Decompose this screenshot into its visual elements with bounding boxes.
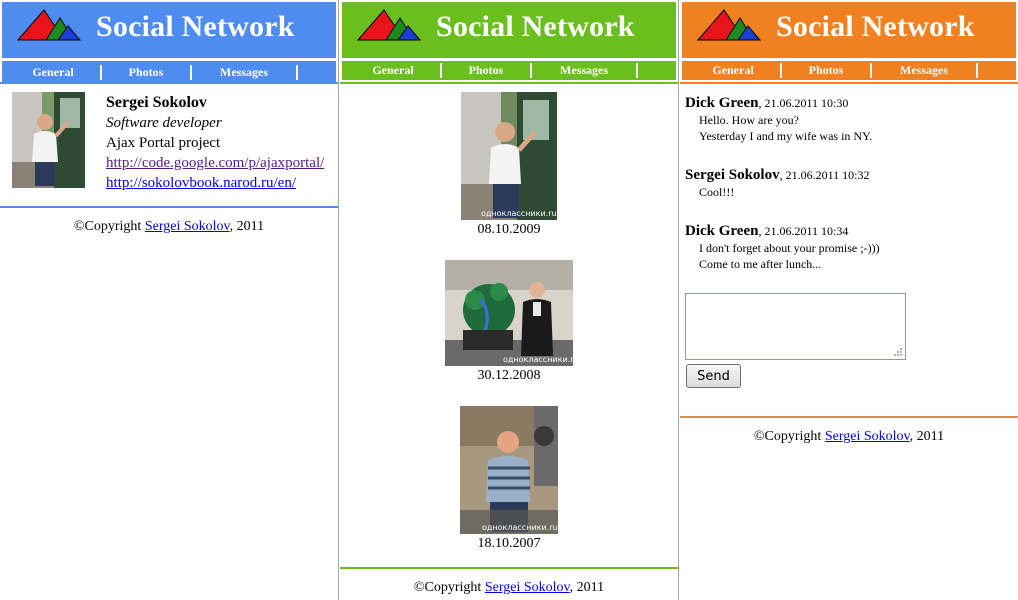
section-divider bbox=[0, 206, 338, 208]
app-title: Social Network bbox=[96, 10, 295, 43]
copyright-suffix: , 2011 bbox=[229, 219, 265, 234]
message-author: Sergei Sokolov bbox=[685, 167, 780, 183]
copyright-suffix: , 2011 bbox=[569, 580, 605, 595]
header-bar: Social Network bbox=[2, 2, 336, 58]
message-item: Dick Green, 21.06.2011 10:30 Hello. How … bbox=[685, 95, 872, 144]
photo-date: 18.10.2007 bbox=[477, 536, 541, 551]
photo-image[interactable]: одноклассники.ru bbox=[445, 260, 573, 366]
copyright-author-link[interactable]: Sergei Sokolov bbox=[825, 429, 910, 444]
photo-item: одноклассники.ru 18.10.2007 bbox=[458, 406, 560, 552]
profile-link-sokolovbook[interactable]: http://sokolovbook.narod.ru/en/ bbox=[106, 175, 296, 192]
panel-general: Social Network General Photos Messages S… bbox=[0, 0, 338, 600]
message-date: , 21.06.2011 10:32 bbox=[779, 168, 870, 182]
panel-separator bbox=[338, 0, 339, 600]
section-divider bbox=[340, 567, 678, 569]
copyright-prefix: ©Copyright bbox=[413, 580, 485, 595]
message-author: Dick Green bbox=[685, 95, 759, 111]
copyright-prefix: ©Copyright bbox=[73, 219, 145, 234]
panel-photos: Social Network General Photos Messages о… bbox=[340, 0, 678, 600]
tab-photos[interactable]: Photos bbox=[782, 63, 872, 78]
message-author: Dick Green bbox=[685, 223, 759, 239]
copyright-suffix: , 2011 bbox=[909, 429, 945, 444]
mountains-logo-icon bbox=[356, 9, 422, 41]
message-text: Hello. How are you? bbox=[699, 113, 799, 127]
profile-link-ajaxportal[interactable]: http://code.google.com/p/ajaxportal/ bbox=[106, 155, 324, 172]
resize-grip-icon[interactable] bbox=[893, 347, 903, 357]
watermark: одноклассники.ru bbox=[482, 523, 558, 532]
nav-underline bbox=[680, 82, 1018, 84]
tab-photos[interactable]: Photos bbox=[442, 63, 532, 78]
message-text: Come to me after lunch... bbox=[699, 257, 822, 271]
message-item: Sergei Sokolov, 21.06.2011 10:32 Cool!!! bbox=[685, 167, 869, 200]
mountains-logo-icon bbox=[696, 9, 762, 41]
nav-bar: General Photos Messages bbox=[2, 61, 336, 82]
profile-project: Ajax Portal project bbox=[106, 135, 221, 151]
copyright-author-link[interactable]: Sergei Sokolov bbox=[485, 580, 570, 595]
message-item: Dick Green, 21.06.2011 10:34 I don't for… bbox=[685, 223, 880, 272]
message-text: Yesterday I and my wife was in NY. bbox=[699, 129, 873, 143]
copyright-author-link[interactable]: Sergei Sokolov bbox=[145, 219, 230, 234]
profile-name: Sergei Sokolov bbox=[106, 94, 207, 111]
nav-underline bbox=[0, 82, 338, 84]
message-textarea[interactable] bbox=[685, 293, 906, 360]
message-text: I don't forget about your promise ;-))) bbox=[699, 241, 880, 255]
tab-messages[interactable]: Messages bbox=[872, 63, 978, 78]
app-title: Social Network bbox=[436, 10, 635, 43]
tab-messages[interactable]: Messages bbox=[192, 65, 298, 80]
profile-job: Software developer bbox=[106, 115, 222, 131]
copyright-prefix: ©Copyright bbox=[753, 429, 825, 444]
photo-item: одноклассники.ru 08.10.2009 bbox=[460, 92, 558, 238]
header-bar: Social Network bbox=[342, 2, 676, 58]
watermark: одноклассники.ru bbox=[481, 209, 557, 218]
nav-bar: General Photos Messages bbox=[682, 61, 1016, 80]
photo-image[interactable]: одноклассники.ru bbox=[461, 92, 557, 220]
panel-separator bbox=[678, 0, 679, 600]
send-button[interactable]: Send bbox=[686, 364, 741, 388]
message-date: , 21.06.2011 10:30 bbox=[758, 96, 849, 110]
nav-underline bbox=[340, 82, 678, 84]
tab-general[interactable]: General bbox=[686, 63, 782, 78]
tab-photos[interactable]: Photos bbox=[102, 65, 192, 80]
footer-copyright: ©Copyright Sergei Sokolov, 2011 bbox=[340, 580, 678, 596]
photo-image[interactable]: одноклассники.ru bbox=[460, 406, 558, 534]
photo-date: 08.10.2009 bbox=[477, 222, 541, 237]
photo-date: 30.12.2008 bbox=[477, 368, 541, 383]
tab-general[interactable]: General bbox=[346, 63, 442, 78]
nav-bar: General Photos Messages bbox=[342, 61, 676, 80]
header-bar: Social Network bbox=[682, 2, 1016, 58]
section-divider bbox=[680, 416, 1018, 418]
message-date: , 21.06.2011 10:34 bbox=[758, 224, 849, 238]
photo-item: одноклассники.ru 30.12.2008 bbox=[444, 260, 574, 384]
message-text: Cool!!! bbox=[699, 185, 735, 199]
nav-filler bbox=[978, 63, 1016, 78]
tab-general[interactable]: General bbox=[6, 65, 102, 80]
app-title: Social Network bbox=[776, 10, 975, 43]
mountains-logo-icon bbox=[16, 9, 82, 41]
footer-copyright: ©Copyright Sergei Sokolov, 2011 bbox=[680, 429, 1018, 445]
footer-copyright: ©Copyright Sergei Sokolov, 2011 bbox=[0, 219, 338, 235]
nav-filler bbox=[298, 65, 336, 80]
nav-filler bbox=[638, 63, 676, 78]
tab-messages[interactable]: Messages bbox=[532, 63, 638, 78]
profile-photo bbox=[12, 92, 85, 188]
watermark: одноклассники.ru bbox=[503, 355, 573, 364]
